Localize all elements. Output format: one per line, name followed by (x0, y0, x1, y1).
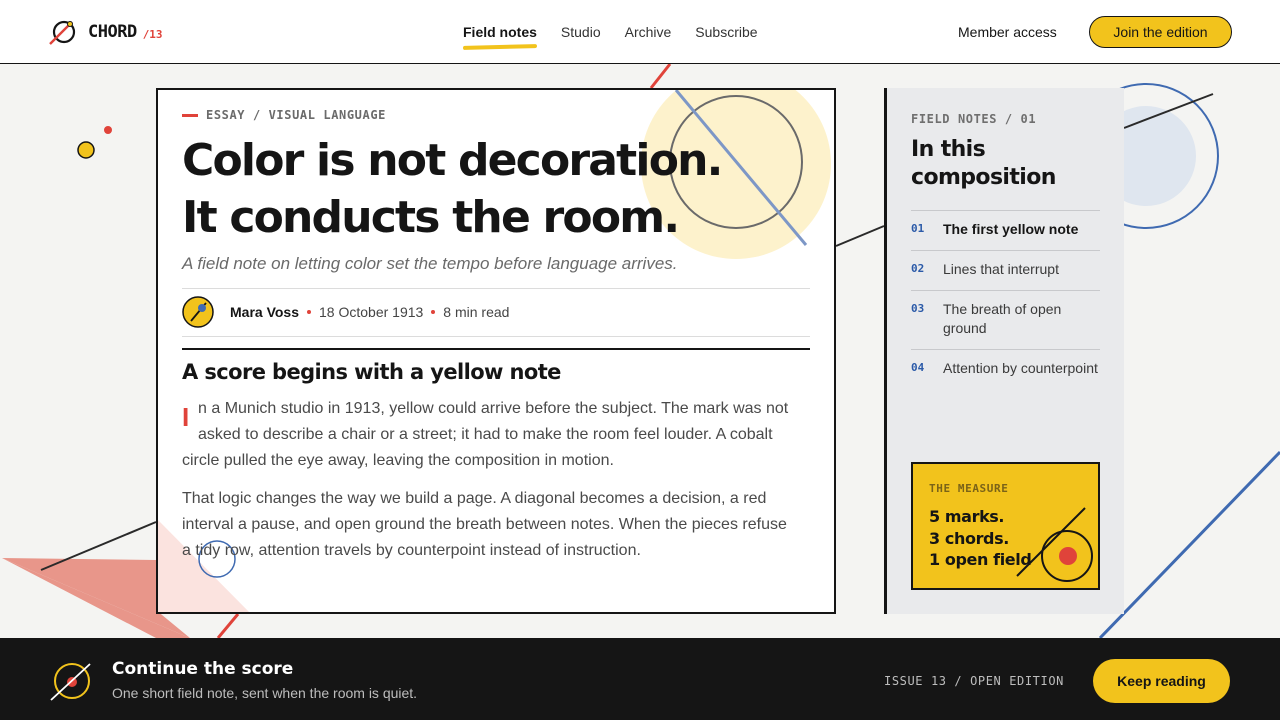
article-card: ESSAY / VISUAL LANGUAGE Color is not dec… (156, 88, 836, 614)
measure-line-chords: 3 chords. (929, 528, 1009, 548)
toc-number: 02 (911, 262, 925, 275)
drop-cap: I (182, 402, 190, 432)
byline-divider-bottom (182, 336, 810, 337)
sidebar-table-of-contents: FIELD NOTES / 01 In this composition 01 … (884, 88, 1124, 614)
toc-title: The breath of open ground (943, 301, 1062, 336)
toc-number: 01 (911, 222, 925, 235)
article-kicker: ESSAY / VISUAL LANGUAGE (182, 108, 386, 122)
toc-number: 04 (911, 361, 925, 374)
measure-stats: 5 marks. 3 chords. 1 open field (929, 506, 1032, 571)
brand-name: CHORD (88, 22, 137, 42)
brand-logo[interactable]: CHORD /13 (48, 18, 163, 46)
article-headline: Color is not decoration. It conducts the… (182, 132, 812, 246)
nav-item-archive[interactable]: Archive (625, 23, 672, 41)
byline-separator-dot (307, 310, 311, 314)
footer-issue-label: ISSUE 13 / OPEN EDITION (884, 674, 1064, 688)
black-line-mid (835, 225, 885, 247)
sidebar-label: FIELD NOTES / 01 (911, 112, 1037, 126)
paragraph-1: In a Munich studio in 1913, yellow could… (182, 396, 798, 474)
chord-logo-icon (49, 20, 76, 45)
section-rule (182, 348, 810, 350)
red-dot (104, 126, 112, 134)
author-avatar[interactable] (182, 296, 214, 328)
join-edition-button[interactable]: Join the edition (1089, 16, 1232, 48)
red-diagonal-top (649, 63, 672, 89)
footer-title: Continue the score (112, 659, 294, 679)
nav-item-field-notes[interactable]: Field notes (463, 23, 537, 41)
footer-subtitle: One short field note, sent when the room… (112, 685, 418, 701)
toc-item-4[interactable]: 04 Attention by counterpoint (911, 349, 1100, 389)
nav-item-subscribe[interactable]: Subscribe (695, 23, 757, 41)
paragraph-1-text: n a Munich studio in 1913, yellow could … (182, 400, 789, 469)
headline-line-1: Color is not decoration. (182, 135, 723, 186)
section-heading: A score begins with a yellow note (182, 360, 561, 384)
measure-label: THE MEASURE (929, 482, 1009, 495)
top-navigation-bar: CHORD /13 Field notes Studio Archive Sub… (0, 0, 1280, 64)
toc-title: The first yellow note (943, 221, 1079, 237)
headline-line-2: It conducts the room. (182, 192, 680, 243)
paragraph-2: That logic changes the way we build a pa… (182, 490, 787, 559)
publish-date: 18 October 1913 (319, 304, 424, 320)
nav-item-studio[interactable]: Studio (561, 23, 601, 41)
red-diagonal-bottom (216, 613, 240, 639)
toc-number: 03 (911, 302, 925, 315)
toc-title: Lines that interrupt (943, 261, 1059, 277)
toc-item-3[interactable]: 03 The breath of open ground (911, 290, 1100, 349)
main-nav: Field notes Studio Archive Subscribe (463, 23, 758, 41)
yellow-dot (77, 141, 95, 159)
author-name[interactable]: Mara Voss (230, 304, 299, 320)
byline: Mara Voss 18 October 1913 8 min read (182, 296, 509, 328)
toc-title: Attention by counterpoint (943, 360, 1098, 376)
article-subtitle: A field note on letting color set the te… (182, 254, 678, 273)
sidebar-title: In this composition (911, 137, 1056, 190)
subscribe-footer-bar: Continue the score One short field note,… (0, 638, 1280, 720)
measure-line-field: 1 open field (929, 550, 1032, 569)
kicker-text: ESSAY / VISUAL LANGUAGE (206, 108, 386, 122)
toc-list: 01 The first yellow note 02 Lines that i… (911, 210, 1100, 389)
byline-separator-dot (431, 310, 436, 314)
article-body: In a Munich studio in 1913, yellow could… (182, 396, 798, 564)
toc-item-2[interactable]: 02 Lines that interrupt (911, 250, 1100, 290)
keep-reading-button[interactable]: Keep reading (1093, 659, 1230, 703)
blue-diagonal-right (1098, 450, 1280, 640)
measure-card: THE MEASURE 5 marks. 3 chords. 1 open fi… (911, 462, 1100, 590)
score-compass-icon (50, 663, 91, 701)
brand-issue-number: /13 (142, 27, 163, 41)
kicker-dash-icon (182, 113, 198, 117)
read-time: 8 min read (443, 304, 510, 320)
byline-divider-top (182, 288, 810, 289)
member-access-link[interactable]: Member access (958, 23, 1057, 41)
measure-line-marks: 5 marks. (929, 507, 1005, 526)
toc-item-1[interactable]: 01 The first yellow note (911, 210, 1100, 250)
